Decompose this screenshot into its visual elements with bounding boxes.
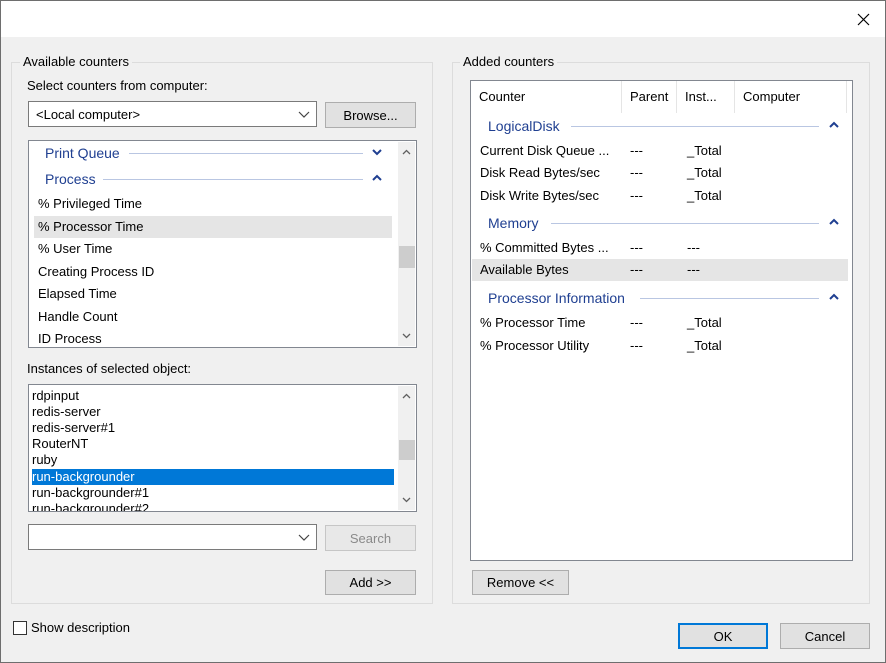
column-header-instance[interactable]: Inst... xyxy=(677,81,735,113)
column-header-computer[interactable]: Computer xyxy=(735,81,847,113)
select-computer-label: Select counters from computer: xyxy=(27,78,208,93)
chevron-up-icon[interactable] xyxy=(828,290,840,307)
group-divider-line xyxy=(129,153,363,154)
added-group-label: Processor Information xyxy=(488,290,625,306)
instance-item[interactable]: RouterNT xyxy=(32,436,394,452)
added-counters-title: Added counters xyxy=(460,54,558,69)
counter-group-process[interactable]: Process xyxy=(29,169,399,189)
scrollbar-thumb[interactable] xyxy=(399,440,415,460)
group-divider-line xyxy=(640,298,819,299)
title-bar xyxy=(1,1,885,37)
cell-counter: Disk Write Bytes/sec xyxy=(480,188,599,203)
added-counter-row[interactable]: Disk Read Bytes/sec --- _Total xyxy=(472,162,848,184)
chevron-up-icon[interactable] xyxy=(371,171,383,188)
cell-counter: Current Disk Queue ... xyxy=(480,143,610,158)
counter-group-label: Print Queue xyxy=(45,145,120,161)
cell-counter: Available Bytes xyxy=(480,262,569,277)
added-counter-row[interactable]: % Processor Utility --- _Total xyxy=(472,335,848,357)
counter-item[interactable]: % Processor Time xyxy=(34,216,392,238)
counter-item[interactable]: Elapsed Time xyxy=(34,283,392,305)
chevron-down-icon xyxy=(298,106,310,125)
scroll-down-arrow-icon[interactable] xyxy=(398,328,415,344)
group-divider-line xyxy=(103,179,363,180)
added-group-memory[interactable]: Memory xyxy=(471,213,847,233)
show-description-label[interactable]: Show description xyxy=(31,620,130,635)
added-group-label: Memory xyxy=(488,215,539,231)
cell-parent: --- xyxy=(630,240,643,255)
instance-item-selected[interactable]: run-backgrounder xyxy=(32,469,394,485)
cell-instance: _Total xyxy=(687,143,722,158)
cell-instance: --- xyxy=(687,240,700,255)
cell-instance: _Total xyxy=(687,165,722,180)
available-counters-title: Available counters xyxy=(20,54,132,69)
counter-item[interactable]: Creating Process ID xyxy=(34,261,392,283)
cell-parent: --- xyxy=(630,315,643,330)
search-button[interactable]: Search xyxy=(325,525,416,551)
counter-list-scrollbar[interactable] xyxy=(398,142,415,346)
cell-parent: --- xyxy=(630,338,643,353)
chevron-down-icon xyxy=(298,529,310,548)
counter-group-print-queue[interactable]: Print Queue xyxy=(29,143,399,163)
counter-group-label: Process xyxy=(45,171,96,187)
added-counter-row[interactable]: Available Bytes --- --- xyxy=(472,259,848,281)
cell-counter: % Committed Bytes ... xyxy=(480,240,609,255)
group-divider-line xyxy=(571,126,819,127)
cell-instance: _Total xyxy=(687,315,722,330)
chevron-up-icon[interactable] xyxy=(828,118,840,135)
scroll-up-arrow-icon[interactable] xyxy=(398,388,415,404)
counter-item[interactable]: % Privileged Time xyxy=(34,193,392,215)
added-counter-row[interactable]: Current Disk Queue ... --- _Total xyxy=(472,140,848,162)
add-button[interactable]: Add >> xyxy=(325,570,416,595)
chevron-down-icon[interactable] xyxy=(371,145,383,162)
cell-parent: --- xyxy=(630,188,643,203)
show-description-checkbox[interactable] xyxy=(13,621,27,635)
added-group-processor-information[interactable]: Processor Information xyxy=(471,288,847,308)
close-icon xyxy=(857,13,869,25)
added-group-label: LogicalDisk xyxy=(488,118,560,134)
scroll-down-arrow-icon[interactable] xyxy=(398,492,415,508)
group-divider-line xyxy=(551,223,819,224)
cell-instance: _Total xyxy=(687,338,722,353)
scroll-up-arrow-icon[interactable] xyxy=(398,144,415,160)
instances-label: Instances of selected object: xyxy=(27,361,192,376)
added-counters-list[interactable]: Counter Parent Inst... Computer LogicalD… xyxy=(470,80,853,561)
cell-instance: --- xyxy=(687,262,700,277)
close-button[interactable] xyxy=(851,8,875,30)
column-header-counter[interactable]: Counter xyxy=(471,81,622,113)
cell-parent: --- xyxy=(630,143,643,158)
scrollbar-thumb[interactable] xyxy=(399,246,415,268)
instances-list[interactable]: rdpinput redis-server redis-server#1 Rou… xyxy=(28,384,417,512)
cell-instance: _Total xyxy=(687,188,722,203)
added-group-logicaldisk[interactable]: LogicalDisk xyxy=(471,116,847,136)
cell-parent: --- xyxy=(630,165,643,180)
added-counter-row[interactable]: % Processor Time --- _Total xyxy=(472,312,848,334)
remove-button[interactable]: Remove << xyxy=(472,570,569,595)
cell-counter: % Processor Utility xyxy=(480,338,590,353)
search-combobox[interactable] xyxy=(28,524,317,550)
browse-button[interactable]: Browse... xyxy=(325,102,416,128)
instances-list-scrollbar[interactable] xyxy=(398,386,415,510)
instance-item[interactable]: run-backgrounder#1 xyxy=(32,485,394,501)
counter-list[interactable]: Print Queue Process % Privileged Time % … xyxy=(28,140,417,348)
instance-item[interactable]: redis-server xyxy=(32,404,394,420)
cell-counter: Disk Read Bytes/sec xyxy=(480,165,600,180)
cancel-button[interactable]: Cancel xyxy=(780,623,870,649)
ok-button[interactable]: OK xyxy=(678,623,768,649)
chevron-up-icon[interactable] xyxy=(828,215,840,232)
computer-combobox[interactable]: <Local computer> xyxy=(28,101,317,127)
cell-counter: % Processor Time xyxy=(480,315,586,330)
added-counter-row[interactable]: Disk Write Bytes/sec --- _Total xyxy=(472,185,848,207)
added-counter-row[interactable]: % Committed Bytes ... --- --- xyxy=(472,237,848,259)
computer-combobox-value: <Local computer> xyxy=(36,107,141,122)
column-header-parent[interactable]: Parent xyxy=(622,81,677,113)
counter-item[interactable]: ID Process xyxy=(34,328,392,347)
instance-item[interactable]: run-backgrounder#2 xyxy=(32,501,394,511)
counter-item[interactable]: Handle Count xyxy=(34,306,392,328)
cell-parent: --- xyxy=(630,262,643,277)
counter-item[interactable]: % User Time xyxy=(34,238,392,260)
instance-item[interactable]: rdpinput xyxy=(32,388,394,404)
instance-item[interactable]: ruby xyxy=(32,452,394,468)
instance-item[interactable]: redis-server#1 xyxy=(32,420,394,436)
